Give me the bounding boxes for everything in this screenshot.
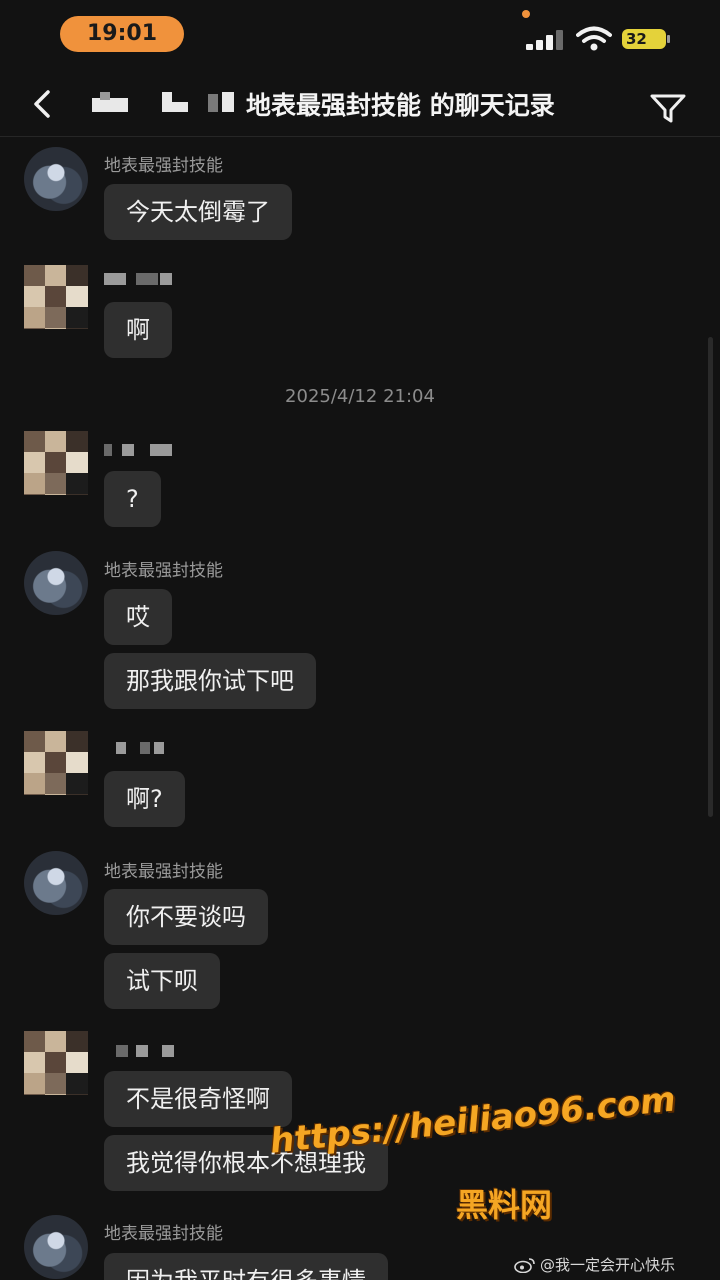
sender-name: 地表最强封技能 [104,561,223,581]
battery-level: 32 [626,30,647,48]
sender-name: 地表最强封技能 [104,862,223,882]
avatar[interactable] [24,851,88,915]
battery-indicator: 32 [622,29,670,49]
message-bubble[interactable]: 今天太倒霉了 [104,184,292,240]
weibo-icon [514,1258,535,1273]
weibo-handle: @我一定会开心快乐 [540,1256,676,1274]
message-bubble[interactable]: ? [104,471,161,527]
chat-header: 地表最强封技能 的聊天记录 [0,70,720,137]
avatar[interactable] [24,1031,88,1095]
message-bubble[interactable]: 你不要谈吗 [104,889,268,945]
sender-name: 地表最强封技能 [104,156,223,176]
cellular-signal-icon [526,30,564,50]
watermark-site-name: 黑料网 [456,1186,553,1224]
sender-name: 地表最强封技能 [104,1224,223,1244]
avatar[interactable] [24,731,88,795]
avatar[interactable] [24,147,88,211]
avatar[interactable] [24,551,88,615]
message-bubble[interactable]: 啊? [104,771,185,827]
message-bubble[interactable]: 试下呗 [104,953,220,1009]
page-title: 地表最强封技能 的聊天记录 [246,91,555,120]
filter-icon[interactable] [648,90,688,126]
weibo-watermark: @我一定会开心快乐 [514,1254,675,1275]
avatar[interactable] [24,265,88,329]
avatar[interactable] [24,1215,88,1279]
status-bar: 19:01 32 [0,0,720,70]
avatar[interactable] [24,431,88,495]
status-time: 19:01 [60,16,184,52]
scrollbar[interactable] [708,337,713,817]
message-bubble[interactable]: 不是很奇怪啊 [104,1071,292,1127]
back-button[interactable] [22,84,62,124]
recording-dot-icon [522,10,530,18]
message-bubble[interactable]: 哎 [104,589,172,645]
message-bubble[interactable]: 因为我平时有很多事情 [104,1253,388,1280]
timestamp: 2025/4/12 21:04 [285,386,435,407]
message-bubble[interactable]: 那我跟你试下吧 [104,653,316,709]
message-bubble[interactable]: 啊 [104,302,172,358]
wifi-icon [576,26,612,51]
